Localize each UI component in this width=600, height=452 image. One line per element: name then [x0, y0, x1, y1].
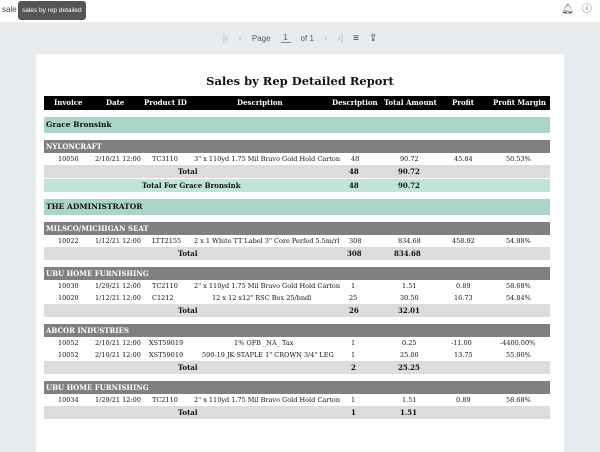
- table-row: 10022 1/12/21 12:00 LTT2155 2 x 1 White …: [58, 237, 531, 245]
- table-row: 10034 1/29/21 12:00 TC2110 2" x 110yd 1.…: [58, 396, 531, 404]
- col-quantity: Description: [332, 98, 378, 107]
- report-title: Sales by Rep Detailed Report: [206, 74, 394, 88]
- customer-group-header: UBU HOME FURNISHING: [44, 381, 550, 394]
- customer-group-header: NYLONCRAFT: [44, 140, 550, 153]
- last-page-icon[interactable]: ›|: [337, 33, 343, 44]
- customer-total-row: Total 26 32.01: [44, 304, 550, 317]
- col-profit: Profit: [452, 98, 474, 107]
- bell-icon[interactable]: 🔔︎: [561, 4, 574, 16]
- rep-group-header: Grace Bronsink: [44, 117, 550, 133]
- table-row: 10052 2/10/21 12:00 XST59019 590-19 JK S…: [58, 351, 531, 359]
- top-bar: sale sales by rep detailed 🔔︎ ⓘ: [0, 0, 600, 22]
- tab-tooltip: sales by rep detailed: [18, 1, 86, 20]
- rep-group-header: THE ADMINISTRATOR: [44, 199, 550, 215]
- page-label: Page: [251, 33, 271, 43]
- menu-icon[interactable]: ≡: [353, 33, 359, 44]
- export-icon[interactable]: ⇪: [369, 33, 377, 44]
- app-name: sale: [2, 5, 17, 14]
- customer-total-row: Total 48 90.72: [44, 165, 550, 178]
- table-row: 10020 1/12/21 12:00 C1212 12 x 12 x12" R…: [58, 294, 531, 302]
- page-count: of 1: [300, 33, 314, 43]
- customer-total-row: Total 2 25.25: [44, 361, 550, 374]
- next-page-icon[interactable]: ›: [324, 33, 327, 44]
- report-sheet: Sales by Rep Detailed Report Invoice Dat…: [36, 54, 564, 452]
- customer-group-header: UBU HOME FURNISHING: [44, 267, 550, 280]
- report-pager: |‹ ‹ Page 1 of 1 › ›| ≡ ⇪: [0, 24, 600, 52]
- table-row: 10050 2/10/21 12:00 TC3110 3" x 110yd 1.…: [58, 155, 531, 163]
- first-page-icon[interactable]: |‹: [223, 33, 229, 44]
- col-product-id: Product ID: [144, 98, 187, 107]
- top-icons: 🔔︎ ⓘ: [561, 4, 592, 16]
- customer-group-header: MILSCO/MICHIGAN SEAT: [44, 222, 550, 235]
- report-table: Invoice Date Product ID Description Desc…: [44, 96, 550, 419]
- col-description: Description: [237, 98, 283, 107]
- rep-total-row: Total For Grace Bronsink 48 90.72: [44, 179, 550, 192]
- customer-total-row: Total 308 834.68: [44, 247, 550, 260]
- customer-group-header: ABCOR INDUSTRIES: [44, 324, 550, 337]
- info-icon[interactable]: ⓘ: [582, 4, 592, 16]
- col-profit-margin: Profit Margin: [493, 98, 546, 107]
- page-number-input[interactable]: 1: [280, 33, 291, 43]
- col-total-amount: Total Amount: [384, 98, 437, 107]
- table-row: 10030 1/29/21 12:00 TC2110 2" x 110yd 1.…: [58, 282, 531, 290]
- customer-total-row: Total 1 1.51: [44, 406, 550, 419]
- col-invoice: Invoice: [54, 98, 83, 107]
- table-row: 10052 2/10/21 12:00 XST59019 1% OFB _NA_…: [58, 339, 536, 347]
- table-header: Invoice Date Product ID Description Desc…: [44, 96, 550, 110]
- prev-page-icon[interactable]: ‹: [239, 33, 242, 44]
- col-date: Date: [106, 98, 125, 107]
